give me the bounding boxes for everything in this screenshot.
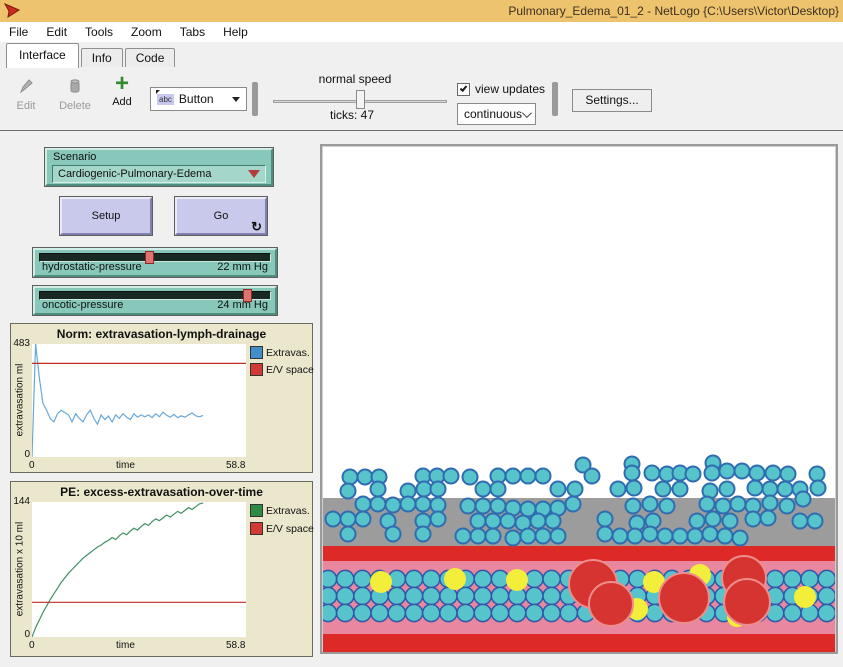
legend-label: Extravas. — [266, 347, 310, 359]
toolbar-separator-2 — [552, 82, 558, 116]
plot-norm-extravasation: Norm: extravasation-lymph-drainage 483 0… — [10, 323, 313, 473]
update-mode-dropdown[interactable]: continuous — [457, 103, 536, 125]
x-min-tick: 0 — [29, 460, 35, 471]
delete-button[interactable]: Delete — [52, 77, 98, 112]
setup-label: Setup — [92, 210, 121, 222]
legend-color-swatch — [250, 346, 263, 359]
plot-area — [32, 344, 246, 457]
legend-color-swatch — [250, 522, 263, 535]
tab-code[interactable]: Code — [125, 48, 176, 68]
toolbar-separator — [252, 82, 258, 116]
add-button[interactable]: + Add — [104, 75, 140, 108]
title-bar: Pulmonary_Edema_01_2 - NetLogo {C:\Users… — [0, 0, 843, 22]
plot-canvas — [32, 502, 246, 637]
go-label: Go — [214, 210, 229, 222]
slider-value: 24 mm Hg — [217, 299, 268, 311]
world-view-frame — [320, 144, 838, 654]
window-title: Pulmonary_Edema_01_2 - NetLogo {C:\Users… — [508, 0, 839, 22]
slider-handle[interactable] — [145, 251, 154, 264]
tab-strip: InterfaceInfoCode — [0, 42, 843, 67]
x-axis-label: time — [116, 640, 135, 651]
y-max-tick: 144 — [11, 496, 30, 507]
speed-slider-handle[interactable] — [356, 90, 365, 109]
delete-label: Delete — [52, 100, 98, 112]
scenario-chooser: Scenario Cardiogenic-Pulmonary-Edema — [45, 148, 273, 186]
setup-button[interactable]: Setup — [60, 197, 152, 235]
hydrostatic-pressure-slider: hydrostatic-pressure 22 mm Hg — [33, 248, 277, 277]
oncotic-pressure-slider: oncotic-pressure 24 mm Hg — [33, 286, 277, 315]
x-axis-label: time — [116, 460, 135, 471]
legend-entry: Extravas. — [250, 346, 310, 359]
pencil-icon — [17, 77, 35, 95]
legend-entry: E/V space — [250, 363, 314, 376]
menu-tools[interactable]: Tools — [76, 22, 122, 42]
netlogo-window: Pulmonary_Edema_01_2 - NetLogo {C:\Users… — [0, 0, 843, 667]
y-axis-label: extravasation x 10 ml — [15, 522, 26, 617]
slider-name: hydrostatic-pressure — [42, 261, 142, 273]
plot-pe-excess-extravasation: PE: excess-extravasation-over-time 144 0… — [10, 481, 313, 657]
legend-color-swatch — [250, 504, 263, 517]
tab-interface[interactable]: Interface — [6, 43, 79, 68]
legend-entry: E/V space — [250, 522, 314, 535]
chooser-label: Scenario — [53, 151, 96, 163]
slider-value: 22 mm Hg — [217, 261, 268, 273]
dropdown-arrow-icon — [232, 97, 240, 102]
y-min-tick: 0 — [11, 629, 30, 640]
plot-title: PE: excess-extravasation-over-time — [11, 485, 312, 499]
settings-button[interactable]: Settings... — [572, 89, 652, 112]
edit-button[interactable]: Edit — [8, 77, 44, 112]
legend-entry: Extravas. — [250, 504, 310, 517]
go-button[interactable]: Go ↻ — [175, 197, 267, 235]
netlogo-app-icon — [4, 3, 20, 19]
widget-type-dropdown[interactable]: abc Button — [150, 87, 247, 111]
world-view[interactable] — [323, 147, 835, 652]
scenario-dropdown[interactable]: Cardiogenic-Pulmonary-Edema — [52, 165, 266, 183]
tab-info[interactable]: Info — [81, 48, 123, 68]
menu-edit[interactable]: Edit — [37, 22, 76, 42]
ticks-counter: ticks: 47 — [272, 108, 432, 122]
view-updates-checkbox[interactable] — [457, 83, 470, 96]
button-widget-icon: abc — [157, 94, 174, 105]
chevron-down-icon — [522, 108, 532, 118]
add-label: Add — [104, 96, 140, 108]
widget-type-value: Button — [179, 92, 214, 106]
x-min-tick: 0 — [29, 640, 35, 651]
plus-icon: + — [115, 70, 129, 97]
x-max-tick: 58.8 — [226, 460, 245, 471]
menu-bar: FileEditToolsZoomTabsHelp — [0, 22, 843, 42]
chooser-arrow-icon — [248, 170, 260, 178]
plot-area — [32, 502, 246, 637]
checkmark-icon — [460, 84, 468, 92]
menu-tabs[interactable]: Tabs — [171, 22, 214, 42]
legend-label: E/V space — [266, 364, 314, 376]
y-axis-label: extravasation ml — [15, 364, 26, 437]
y-max-tick: 483 — [11, 338, 30, 349]
x-max-tick: 58.8 — [226, 640, 245, 651]
menu-zoom[interactable]: Zoom — [122, 22, 171, 42]
speed-slider-label: normal speed — [275, 72, 435, 86]
legend-label: Extravas. — [266, 505, 310, 517]
menu-file[interactable]: File — [0, 22, 37, 42]
plot-canvas — [32, 344, 246, 457]
interface-toolbar: Edit Delete + Add abc Button normal spee… — [0, 67, 843, 131]
trash-icon — [66, 77, 84, 95]
edit-label: Edit — [8, 100, 44, 112]
plot-title: Norm: extravasation-lymph-drainage — [11, 327, 312, 341]
update-mode-value: continuous — [464, 107, 522, 121]
forever-icon: ↻ — [251, 220, 262, 233]
legend-label: E/V space — [266, 523, 314, 535]
scenario-value: Cardiogenic-Pulmonary-Edema — [58, 168, 211, 180]
view-updates-label: view updates — [475, 82, 545, 96]
interface-canvas: Scenario Cardiogenic-Pulmonary-Edema Set… — [0, 131, 843, 667]
legend-color-swatch — [250, 363, 263, 376]
y-min-tick: 0 — [11, 449, 30, 460]
slider-name: oncotic-pressure — [42, 299, 123, 311]
menu-help[interactable]: Help — [214, 22, 257, 42]
